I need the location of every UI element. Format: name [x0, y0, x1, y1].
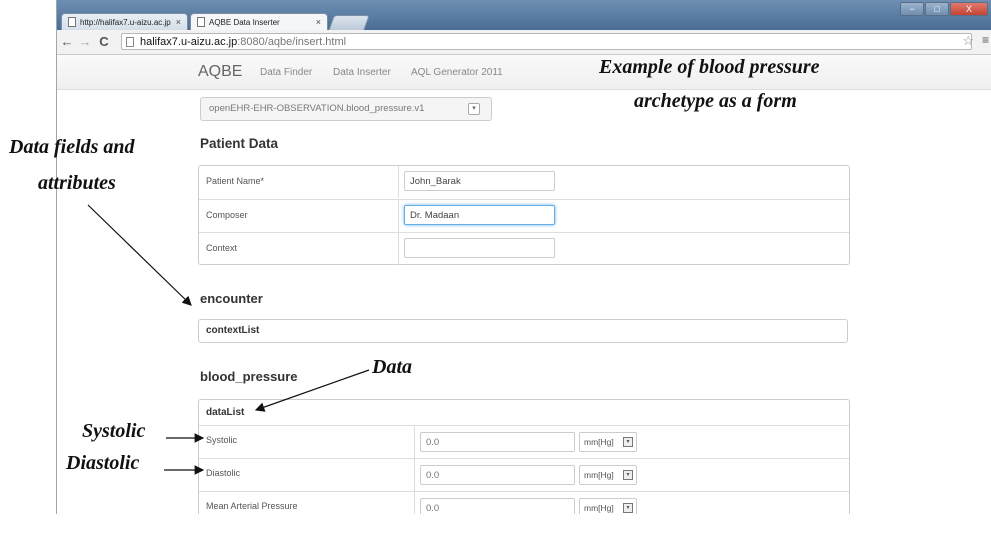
arrow-to-encounter	[87, 204, 192, 306]
arrow-to-datalist	[254, 369, 370, 412]
annotation-arrows	[87, 204, 370, 475]
